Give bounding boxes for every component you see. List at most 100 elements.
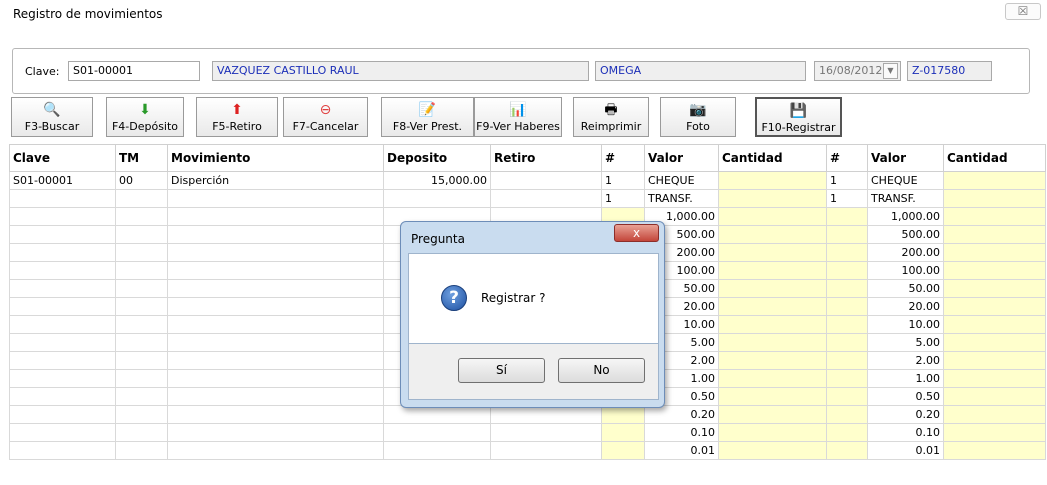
- close-window-button[interactable]: ☒: [1005, 3, 1041, 20]
- question-icon: ?: [441, 285, 467, 311]
- main-window: Registro de movimientos ☒ Clave: S01-000…: [0, 0, 1047, 485]
- table-row[interactable]: 1 TRANSF. 1 TRANSF.: [9, 189, 1046, 208]
- table-row[interactable]: 0.01 0.01: [9, 441, 1046, 460]
- cell-cantidad-1[interactable]: [718, 405, 827, 424]
- view-assets-button[interactable]: 📊 F9-Ver Haberes: [474, 97, 562, 137]
- cell-cantidad-1[interactable]: [718, 243, 827, 262]
- cell-cantidad-1[interactable]: [718, 171, 827, 190]
- no-button[interactable]: No: [558, 358, 645, 383]
- cell-retiro: [490, 405, 602, 424]
- client-header-panel: Clave: S01-00001 VAZQUEZ CASTILLO RAUL O…: [12, 48, 1030, 94]
- col-num-2: #: [826, 144, 868, 172]
- cell-movimiento: [167, 441, 384, 460]
- view-loans-button[interactable]: 📝 F8-Ver Prest.: [381, 97, 474, 137]
- cell-valor-1: 0.10: [644, 423, 719, 442]
- cell-valor-2: 1.00: [867, 369, 944, 388]
- cell-movimiento: [167, 333, 384, 352]
- cell-cantidad-2[interactable]: [943, 405, 1046, 424]
- table-row[interactable]: S01-00001 00 Disperción 15,000.00 1 CHEQUE 1 CH…: [9, 171, 1046, 190]
- cell-cantidad-2[interactable]: [943, 441, 1046, 460]
- cell-valor-1: CHEQUE: [644, 171, 719, 190]
- cell-cantidad-1[interactable]: [718, 387, 827, 406]
- cell-valor-2: 200.00: [867, 243, 944, 262]
- cell-movimiento: [167, 315, 384, 334]
- cell-cantidad-2[interactable]: [943, 333, 1046, 352]
- search-icon: 🔍: [43, 102, 61, 118]
- col-valor-2: Valor: [867, 144, 944, 172]
- cell-movimiento: [167, 297, 384, 316]
- cell-cantidad-1[interactable]: [718, 441, 827, 460]
- cell-movimiento: [167, 225, 384, 244]
- cell-cantidad-2[interactable]: [943, 225, 1046, 244]
- cell-cantidad-1[interactable]: [718, 423, 827, 442]
- search-button[interactable]: 🔍 F3-Buscar: [11, 97, 93, 137]
- cell-cantidad-1[interactable]: [718, 279, 827, 298]
- deposit-button[interactable]: ⬇ F4-Depósito: [106, 97, 184, 137]
- cell-cantidad-1[interactable]: [718, 351, 827, 370]
- table-row[interactable]: 0.10 0.10: [9, 423, 1046, 442]
- cell-retiro: [490, 423, 602, 442]
- register-button[interactable]: 💾 F10-Registrar: [755, 97, 842, 137]
- cell-num-2: [826, 297, 868, 316]
- col-num-1: #: [601, 144, 645, 172]
- cell-cantidad-2[interactable]: [943, 423, 1046, 442]
- cell-cantidad-1[interactable]: [718, 297, 827, 316]
- cell-clave: [9, 207, 116, 226]
- cell-movimiento: [167, 279, 384, 298]
- cell-cantidad-2[interactable]: [943, 279, 1046, 298]
- cell-num-2: [826, 405, 868, 424]
- cell-cantidad-2[interactable]: [943, 207, 1046, 226]
- cell-cantidad-2[interactable]: [943, 387, 1046, 406]
- bar-chart-icon: 📊: [509, 102, 527, 118]
- cell-clave: [9, 297, 116, 316]
- view-loans-button-label: F8-Ver Prest.: [392, 120, 463, 133]
- cell-valor-2: TRANSF.: [867, 189, 944, 208]
- cell-clave: [9, 315, 116, 334]
- col-cantidad-2: Cantidad: [943, 144, 1046, 172]
- cell-cantidad-2[interactable]: [943, 315, 1046, 334]
- cell-clave: [9, 333, 116, 352]
- cell-valor-2: 0.20: [867, 405, 944, 424]
- cell-cantidad-1[interactable]: [718, 225, 827, 244]
- cell-num-2: [826, 315, 868, 334]
- cell-cantidad-2[interactable]: [943, 369, 1046, 388]
- cell-cantidad-2[interactable]: [943, 189, 1046, 208]
- cell-valor-2: 500.00: [867, 225, 944, 244]
- arrow-up-icon: ⬆: [231, 102, 243, 118]
- cell-num-1: [601, 405, 645, 424]
- cell-num-1: [601, 423, 645, 442]
- cell-tm: [115, 387, 168, 406]
- cell-cantidad-2[interactable]: [943, 261, 1046, 280]
- cell-cantidad-2[interactable]: [943, 297, 1046, 316]
- cell-cantidad-1[interactable]: [718, 333, 827, 352]
- cell-cantidad-1[interactable]: [718, 369, 827, 388]
- cell-cantidad-1[interactable]: [718, 189, 827, 208]
- cancel-button[interactable]: ⊖ F7-Cancelar: [283, 97, 368, 137]
- date-picker[interactable]: 16/08/2012 ▼: [814, 61, 901, 81]
- cell-cantidad-2[interactable]: [943, 243, 1046, 262]
- cell-cantidad-2[interactable]: [943, 351, 1046, 370]
- cell-deposito: [383, 441, 491, 460]
- cell-tm: [115, 315, 168, 334]
- cell-num-2: 1: [826, 171, 868, 190]
- cell-tm: [115, 369, 168, 388]
- close-icon[interactable]: x: [614, 224, 659, 242]
- reprint-button[interactable]: 🖶 Reimprimir: [573, 97, 649, 137]
- cell-num-2: [826, 261, 868, 280]
- cell-num-2: [826, 441, 868, 460]
- clave-input[interactable]: S01-00001: [68, 61, 200, 81]
- photo-button[interactable]: 📷 Foto: [660, 97, 736, 137]
- cell-clave: [9, 441, 116, 460]
- view-assets-button-label: F9-Ver Haberes: [476, 120, 560, 133]
- withdraw-button[interactable]: ⬆ F5-Retiro: [196, 97, 278, 137]
- chevron-down-icon[interactable]: ▼: [883, 63, 898, 79]
- yes-button[interactable]: Sí: [458, 358, 545, 383]
- cell-cantidad-2[interactable]: [943, 171, 1046, 190]
- dialog-message: Registrar ?: [481, 291, 546, 305]
- photo-button-label: Foto: [686, 120, 710, 133]
- cell-cantidad-1[interactable]: [718, 207, 827, 226]
- toolbar: 🔍 F3-Buscar ⬇ F4-Depósito ⬆ F5-Retiro ⊖ F7-C…: [11, 97, 847, 138]
- cell-cantidad-1[interactable]: [718, 315, 827, 334]
- cell-cantidad-1[interactable]: [718, 261, 827, 280]
- table-row[interactable]: 0.20 0.20: [9, 405, 1046, 424]
